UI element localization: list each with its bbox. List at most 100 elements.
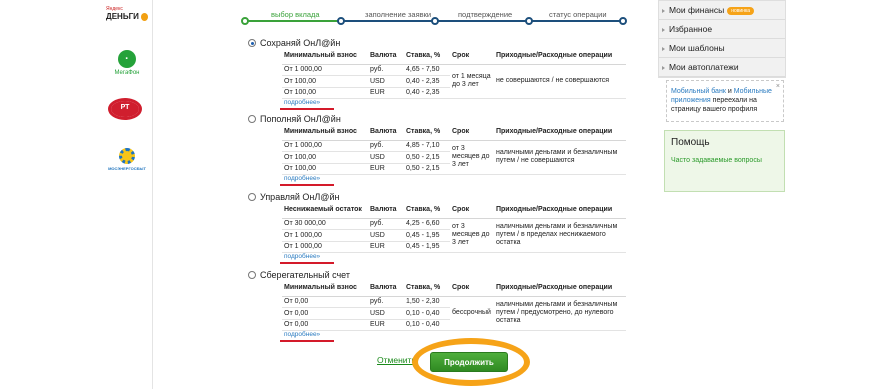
new-badge: новинка: [727, 6, 755, 15]
step-dot: [241, 17, 249, 25]
deposit-table: Минимальный взнос Валюта Ставка, % Срок Прих…: [282, 280, 626, 331]
more-details-link[interactable]: подробнее»: [284, 253, 320, 260]
operations-cell: наличными деньгами и безналичным путем /…: [494, 296, 626, 331]
table-row: От 30 000,00 руб. 4,25 - 6,60 от 3 месяцев …: [282, 218, 626, 253]
column-header: Неснижаемый остаток: [282, 202, 368, 219]
sidebar-item-label: Мои шаблоны: [669, 43, 725, 53]
step-dot: [337, 17, 345, 25]
table-header-row: Минимальный взнос Валюта Ставка, % Срок Прих…: [282, 48, 626, 65]
rate-cell: 0,10 - 0,40: [404, 307, 450, 320]
column-header: Валюта: [368, 124, 404, 141]
red-underline-annotation: [280, 340, 334, 342]
deposit-title-text: Сохраняй ОнЛ@йн: [260, 38, 341, 48]
amount-cell: От 1 000,00: [282, 64, 368, 76]
amount-cell: От 30 000,00: [282, 218, 368, 230]
relocation-notice: × Мобильный банк и Мобильные приложения …: [666, 80, 784, 122]
deposit-option: Пополняй ОнЛ@йн Минимальный взнос Валюта Ст…: [248, 113, 633, 186]
notice-text: и: [725, 88, 734, 95]
step-dot: [525, 17, 533, 25]
step-confirmation: подтверждение: [458, 10, 513, 19]
mobile-bank-link[interactable]: Мобильный банк: [671, 88, 726, 95]
term-cell: бессрочный: [450, 296, 494, 331]
table-header-row: Неснижаемый остаток Валюта Ставка, % Срок Пр…: [282, 202, 626, 219]
amount-cell: От 1 000,00: [282, 241, 368, 253]
more-details-link[interactable]: подробнее»: [284, 175, 320, 182]
faq-link[interactable]: Часто задаваемые вопросы: [671, 156, 778, 165]
column-header: Валюта: [368, 280, 404, 297]
rate-cell: 0,10 - 0,40: [404, 319, 450, 331]
sidebar-item-label: Мои финансы: [669, 5, 725, 15]
amount-cell: От 0,00: [282, 307, 368, 320]
deposit-option: Управляй ОнЛ@йн Неснижаемый остаток Валюта…: [248, 191, 633, 264]
column-header: Ставка, %: [404, 280, 450, 297]
amount-cell: От 100,00: [282, 75, 368, 88]
column-header: Минимальный взнос: [282, 124, 368, 141]
amount-cell: От 100,00: [282, 151, 368, 164]
amount-cell: От 100,00: [282, 87, 368, 99]
yandex-money-logo[interactable]: Яндекс ДЕНЬГИ: [106, 6, 148, 21]
deposit-radio[interactable]: [248, 193, 256, 201]
deposit-table: Минимальный взнос Валюта Ставка, % Срок Прих…: [282, 124, 626, 175]
column-header: Минимальный взнос: [282, 280, 368, 297]
column-header: Срок: [450, 48, 494, 65]
rate-cell: 0,50 - 2,15: [404, 163, 450, 175]
red-underline-annotation: [280, 184, 334, 186]
currency-cell: EUR: [368, 319, 404, 331]
sidebar-item-favorites[interactable]: Избранное: [659, 20, 785, 39]
sidebar-item-autopayments[interactable]: Мои автоплатежи: [659, 58, 785, 77]
deposit-option: Сохраняй ОнЛ@йн Минимальный взнос Валюта Ст…: [248, 37, 633, 110]
rt-logo[interactable]: РТ: [108, 98, 142, 120]
deposit-radio[interactable]: [248, 271, 256, 279]
megafon-logo[interactable]: · МегаФон: [106, 50, 148, 76]
amount-cell: От 1 000,00: [282, 229, 368, 242]
column-header: Ставка, %: [404, 202, 450, 219]
rate-cell: 0,50 - 2,15: [404, 151, 450, 164]
currency-cell: USD: [368, 75, 404, 88]
column-header: Срок: [450, 280, 494, 297]
cancel-link[interactable]: Отменить: [377, 355, 416, 365]
step-dot: [619, 17, 627, 25]
column-header: Валюта: [368, 202, 404, 219]
term-cell: от 3 месяцев до 3 лет: [450, 140, 494, 175]
close-icon[interactable]: ×: [776, 82, 780, 91]
currency-cell: EUR: [368, 87, 404, 99]
partner-logos: Яндекс ДЕНЬГИ · МегаФон РТ МОСЭНЕРГОСБЫТ: [100, 0, 153, 389]
rate-cell: 4,65 - 7,50: [404, 64, 450, 76]
mosenergosbyt-logo[interactable]: МОСЭНЕРГОСБЫТ: [106, 148, 148, 171]
deposit-title-text: Сберегательный счет: [260, 270, 351, 280]
more-details-link[interactable]: подробнее»: [284, 331, 320, 338]
rate-cell: 4,25 - 6,60: [404, 218, 450, 230]
deposit-table: Минимальный взнос Валюта Ставка, % Срок Прих…: [282, 48, 626, 99]
deposit-radio[interactable]: [248, 39, 256, 47]
currency-cell: руб.: [368, 64, 404, 76]
column-header: Минимальный взнос: [282, 48, 368, 65]
rt-label: РТ: [111, 101, 139, 117]
currency-cell: руб.: [368, 218, 404, 230]
progress-track-active: [243, 20, 337, 22]
column-header: Приходные/Расходные операции: [494, 280, 626, 297]
continue-button[interactable]: Продолжить: [430, 352, 508, 372]
step-operation-status: статус операции: [549, 10, 607, 19]
red-underline-annotation: [280, 108, 334, 110]
sidebar-item-label: Мои автоплатежи: [669, 62, 739, 72]
deposit-title-text: Управляй ОнЛ@йн: [260, 192, 340, 202]
column-header: Приходные/Расходные операции: [494, 202, 626, 219]
rate-cell: 1,50 - 2,30: [404, 296, 450, 308]
step-fill-application: заполнение заявки: [365, 10, 432, 19]
amount-cell: От 0,00: [282, 319, 368, 331]
operations-cell: наличными деньгами и безналичным путем /…: [494, 218, 626, 253]
sidebar-item-templates[interactable]: Мои шаблоны: [659, 39, 785, 58]
table-header-row: Минимальный взнос Валюта Ставка, % Срок Прих…: [282, 280, 626, 297]
amount-cell: От 100,00: [282, 163, 368, 175]
column-header: Ставка, %: [404, 124, 450, 141]
red-underline-annotation: [280, 262, 334, 264]
sidebar-item-my-finances[interactable]: Мои финансы новинка: [659, 1, 785, 20]
rate-cell: 4,85 - 7,10: [404, 140, 450, 152]
column-header: Срок: [450, 124, 494, 141]
table-row: От 1 000,00 руб. 4,65 - 7,50 от 1 месяца до…: [282, 64, 626, 99]
more-details-link[interactable]: подробнее»: [284, 99, 320, 106]
help-title: Помощь: [671, 137, 710, 148]
deposit-radio[interactable]: [248, 115, 256, 123]
amount-cell: От 0,00: [282, 296, 368, 308]
megafon-icon: ·: [118, 50, 136, 68]
